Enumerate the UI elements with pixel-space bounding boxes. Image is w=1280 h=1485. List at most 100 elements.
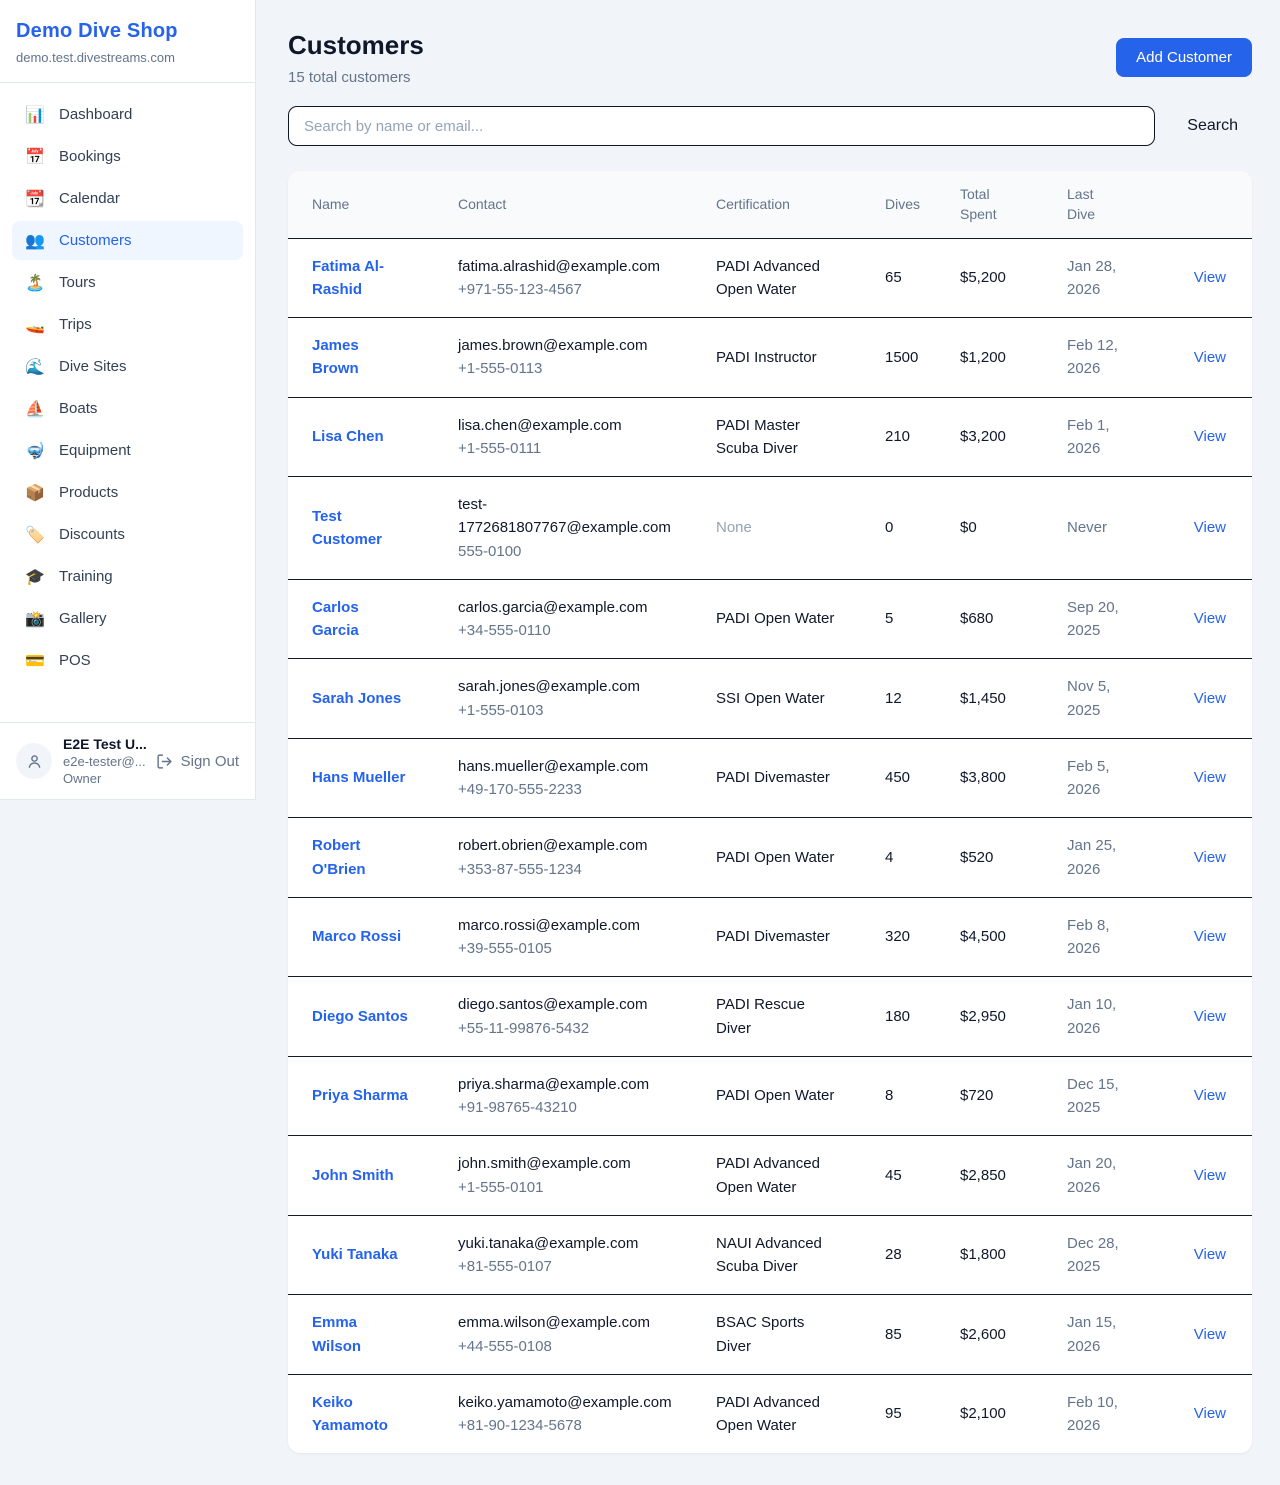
customer-name-link[interactable]: Yuki Tanaka (312, 1243, 398, 1266)
customers-table: NameContactCertificationDivesTotal Spent… (288, 171, 1252, 1453)
sidebar-item-dive-sites[interactable]: 🌊Dive Sites (12, 347, 243, 386)
sidebar-item-pos[interactable]: 💳POS (12, 641, 243, 680)
sign-out-button[interactable]: Sign Out (156, 753, 239, 770)
diving-mask-icon: 🤿 (24, 441, 46, 460)
customer-last-dive: Jan 25, 2026 (1067, 834, 1127, 881)
customer-name-link[interactable]: Emma Wilson (312, 1311, 408, 1358)
sidebar-item-gallery[interactable]: 📸Gallery (12, 599, 243, 638)
customer-certification: NAUI Advanced Scuba Diver (716, 1232, 840, 1279)
view-link[interactable]: View (1194, 928, 1226, 945)
column-header-label: Last Dive (1067, 184, 1117, 225)
table-row: Keiko Yamamotokeiko.yamamoto@example.com… (288, 1374, 1252, 1453)
last-dive-cell: Feb 1, 2026 (1057, 397, 1164, 477)
name-cell: Fatima Al-Rashid (288, 238, 448, 318)
view-link[interactable]: View (1194, 690, 1226, 707)
view-link[interactable]: View (1194, 1326, 1226, 1343)
sidebar-item-equipment[interactable]: 🤿Equipment (12, 431, 243, 470)
view-cell: View (1164, 477, 1252, 580)
customer-total-spent: $1,450 (950, 659, 1057, 739)
customer-dives: 12 (875, 659, 950, 739)
customer-phone: +81-555-0107 (458, 1255, 696, 1278)
view-link[interactable]: View (1194, 769, 1226, 786)
view-link[interactable]: View (1194, 1008, 1226, 1025)
sidebar-item-bookings[interactable]: 📅Bookings (12, 137, 243, 176)
sidebar-item-trips[interactable]: 🚤Trips (12, 305, 243, 344)
sidebar-item-customers[interactable]: 👥Customers (12, 221, 243, 260)
customer-name-link[interactable]: Marco Rossi (312, 925, 401, 948)
certification-cell: PADI Advanced Open Water (706, 238, 875, 318)
contact-cell: emma.wilson@example.com+44-555-0108 (448, 1295, 706, 1375)
customer-certification: PADI Master Scuba Diver (716, 414, 840, 461)
view-link[interactable]: View (1194, 519, 1226, 536)
view-link[interactable]: View (1194, 1167, 1226, 1184)
customer-total-spent: $3,200 (950, 397, 1057, 477)
graduation-cap-icon: 🎓 (24, 567, 46, 586)
customer-certification: PADI Advanced Open Water (716, 1152, 840, 1199)
customer-name-link[interactable]: Test Customer (312, 505, 408, 552)
search-button[interactable]: Search (1173, 117, 1252, 135)
view-link[interactable]: View (1194, 428, 1226, 445)
customer-certification: PADI Instructor (716, 346, 817, 369)
view-cell: View (1164, 897, 1252, 977)
certification-cell: PADI Open Water (706, 579, 875, 659)
sailboat-icon: ⛵ (24, 399, 46, 418)
sidebar-item-discounts[interactable]: 🏷️Discounts (12, 515, 243, 554)
name-cell: Carlos Garcia (288, 579, 448, 659)
view-link[interactable]: View (1194, 349, 1226, 366)
sidebar-item-tours[interactable]: 🏝️Tours (12, 263, 243, 302)
customer-certification: PADI Divemaster (716, 925, 830, 948)
wave-icon: 🌊 (24, 357, 46, 376)
customer-name-link[interactable]: John Smith (312, 1164, 394, 1187)
customer-certification: PADI Rescue Diver (716, 993, 840, 1040)
customer-name-link[interactable]: Robert O'Brien (312, 834, 408, 881)
customer-name-link[interactable]: Lisa Chen (312, 425, 384, 448)
contact-cell: john.smith@example.com+1-555-0101 (448, 1136, 706, 1216)
view-link[interactable]: View (1194, 1405, 1226, 1422)
customer-dives: 65 (875, 238, 950, 318)
certification-cell: PADI Divemaster (706, 897, 875, 977)
customer-phone: +353-87-555-1234 (458, 858, 696, 881)
certification-cell: PADI Instructor (706, 318, 875, 398)
sidebar-item-boats[interactable]: ⛵ Boats (12, 389, 243, 428)
name-cell: Test Customer (288, 477, 448, 580)
calendar-date-icon: 📅 (24, 147, 46, 166)
contact-cell: marco.rossi@example.com+39-555-0105 (448, 897, 706, 977)
customer-name-link[interactable]: Hans Mueller (312, 766, 405, 789)
sidebar-item-label: Boats (59, 400, 97, 417)
user-name: E2E Test U... (63, 736, 145, 752)
sidebar-item-dashboard[interactable]: 📊Dashboard (12, 95, 243, 134)
view-cell: View (1164, 1056, 1252, 1136)
sidebar-item-products[interactable]: 📦Products (12, 473, 243, 512)
search-input[interactable] (288, 106, 1155, 146)
add-customer-button[interactable]: Add Customer (1116, 38, 1252, 77)
customer-certification: None (716, 516, 752, 539)
customer-certification: BSAC Sports Diver (716, 1311, 840, 1358)
sidebar-item-calendar[interactable]: 📆Calendar (12, 179, 243, 218)
sidebar-item-label: Trips (59, 316, 92, 333)
customer-name-link[interactable]: Diego Santos (312, 1005, 408, 1028)
customer-last-dive: Feb 8, 2026 (1067, 914, 1127, 961)
customer-email: carlos.garcia@example.com (458, 596, 696, 619)
customer-total-spent: $2,850 (950, 1136, 1057, 1216)
contact-cell: lisa.chen@example.com+1-555-0111 (448, 397, 706, 477)
view-link[interactable]: View (1194, 1246, 1226, 1263)
customer-dives: 1500 (875, 318, 950, 398)
sidebar-item-training[interactable]: 🎓Training (12, 557, 243, 596)
shop-name: Demo Dive Shop (16, 20, 239, 43)
customer-name-link[interactable]: Fatima Al-Rashid (312, 255, 408, 302)
customer-name-link[interactable]: Sarah Jones (312, 687, 401, 710)
view-link[interactable]: View (1194, 1087, 1226, 1104)
last-dive-cell: Dec 15, 2025 (1057, 1056, 1164, 1136)
customer-name-link[interactable]: Carlos Garcia (312, 596, 408, 643)
sign-out-label: Sign Out (181, 753, 239, 770)
customer-name-link[interactable]: James Brown (312, 334, 408, 381)
customer-total-spent: $5,200 (950, 238, 1057, 318)
customer-last-dive: Feb 1, 2026 (1067, 414, 1127, 461)
customer-name-link[interactable]: Priya Sharma (312, 1084, 408, 1107)
customer-name-link[interactable]: Keiko Yamamoto (312, 1391, 408, 1438)
view-link[interactable]: View (1194, 269, 1226, 286)
column-header-label: Contact (458, 196, 506, 212)
view-link[interactable]: View (1194, 849, 1226, 866)
last-dive-cell: Jan 25, 2026 (1057, 818, 1164, 898)
view-link[interactable]: View (1194, 610, 1226, 627)
